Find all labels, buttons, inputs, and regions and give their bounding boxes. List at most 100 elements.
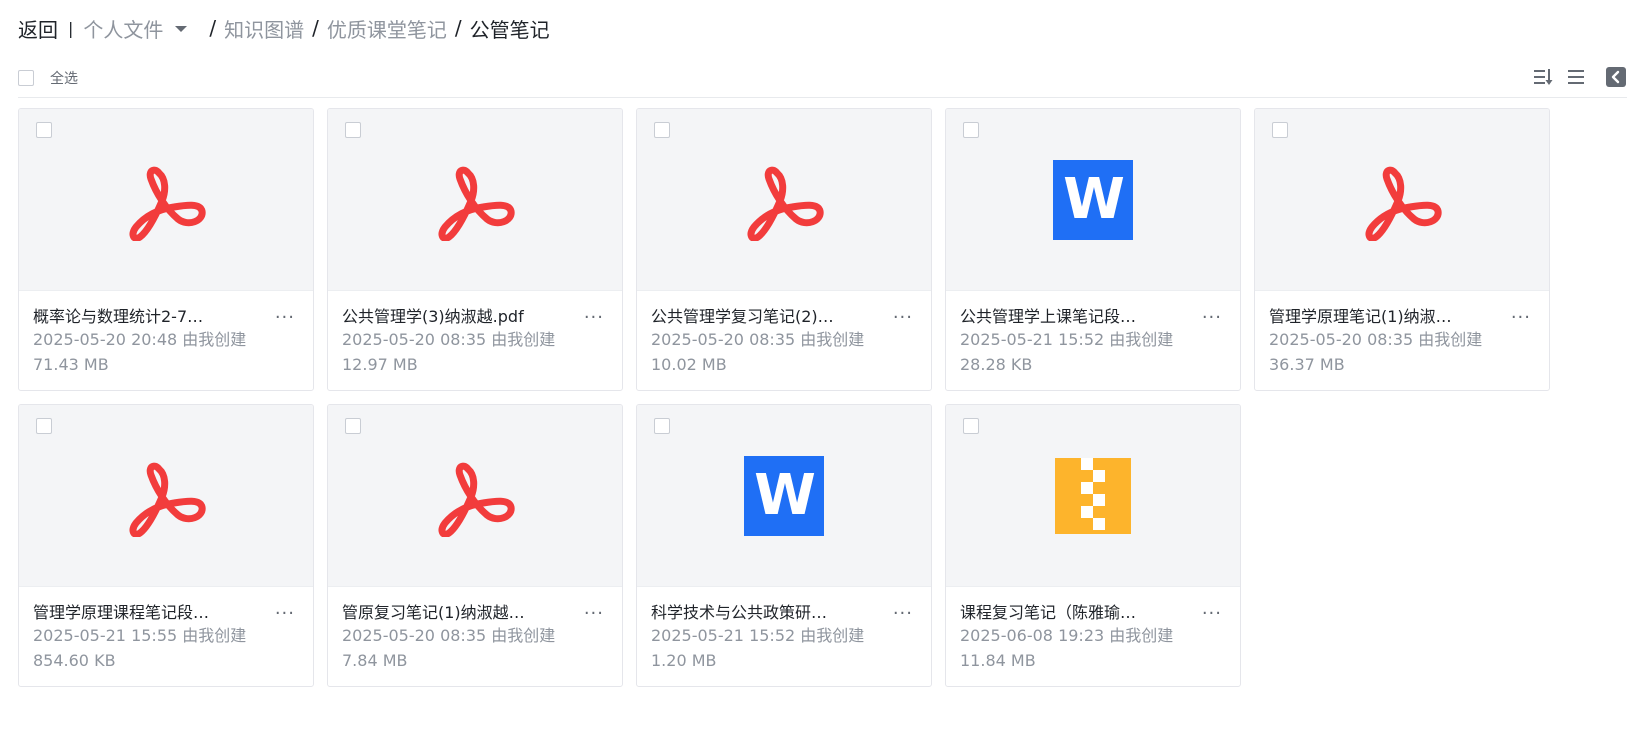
more-options-icon[interactable]: ···: [275, 309, 295, 327]
file-card[interactable]: 管原复习笔记(1)纳淑越… 2025-05-20 08:35 由我创建 7.84 M…: [327, 404, 623, 687]
more-options-icon[interactable]: ···: [1511, 309, 1531, 327]
file-meta: 2025-05-21 15:55 由我创建: [33, 626, 247, 645]
file-thumbnail[interactable]: [637, 109, 931, 291]
collapse-panel-icon[interactable]: [1605, 66, 1627, 88]
file-name[interactable]: 概率论与数理统计2-7…: [33, 307, 233, 327]
sort-icon[interactable]: [1533, 66, 1555, 88]
file-meta: 2025-06-08 19:23 由我创建: [960, 626, 1174, 645]
file-card[interactable]: W 科学技术与公共政策研… 2025-05-21 15:52 由我创建 1.20 MB…: [636, 404, 932, 687]
file-name[interactable]: 管理学原理笔记(1)纳淑…: [1269, 307, 1469, 327]
select-all[interactable]: 全选: [18, 68, 78, 88]
more-options-icon[interactable]: ···: [584, 605, 604, 623]
more-options-icon[interactable]: ···: [1202, 605, 1222, 623]
view-tools: [1523, 66, 1627, 88]
file-card[interactable]: 公共管理学(3)纳淑越.pdf 2025-05-20 08:35 由我创建 12.9…: [327, 108, 623, 391]
toolbar: 全选: [18, 64, 1627, 98]
file-size: 71.43 MB: [33, 355, 109, 374]
pdf-icon: [435, 165, 515, 245]
chevron-down-icon[interactable]: [175, 26, 188, 32]
file-card[interactable]: 管理学原理笔记(1)纳淑… 2025-05-20 08:35 由我创建 36.37 …: [1254, 108, 1550, 391]
file-meta: 2025-05-20 08:35 由我创建: [651, 330, 865, 349]
file-meta: 2025-05-21 15:52 由我创建: [960, 330, 1174, 349]
file-card[interactable]: 公共管理学复习笔记(2)… 2025-05-20 08:35 由我创建 10.02 …: [636, 108, 932, 391]
pdf-icon: [435, 461, 515, 541]
file-name[interactable]: 科学技术与公共政策研…: [651, 603, 851, 623]
file-info: 管理学原理笔记(1)纳淑… 2025-05-20 08:35 由我创建 36.37 …: [1255, 291, 1549, 375]
zip-archive-icon: [1055, 457, 1131, 534]
file-info: 管理学原理课程笔记段… 2025-05-21 15:55 由我创建 854.60 K…: [19, 587, 313, 671]
word-doc-icon: W: [744, 455, 824, 536]
more-options-icon[interactable]: ···: [893, 309, 913, 327]
file-checkbox[interactable]: [963, 418, 979, 434]
file-thumbnail[interactable]: W: [637, 405, 931, 587]
file-checkbox[interactable]: [36, 418, 52, 434]
file-checkbox[interactable]: [654, 122, 670, 138]
file-size: 28.28 KB: [960, 355, 1033, 374]
file-name[interactable]: 公共管理学上课笔记段…: [960, 307, 1160, 327]
file-size: 11.84 MB: [960, 651, 1036, 670]
breadcrumb-separator: /: [312, 16, 319, 40]
breadcrumb-current: 公管笔记: [469, 17, 550, 42]
more-options-icon[interactable]: ···: [275, 605, 295, 623]
pdf-icon: [744, 165, 824, 245]
file-size: 36.37 MB: [1269, 355, 1345, 374]
file-meta: 2025-05-20 08:35 由我创建: [1269, 330, 1483, 349]
word-doc-icon: W: [1053, 159, 1133, 240]
file-info: 管原复习笔记(1)纳淑越… 2025-05-20 08:35 由我创建 7.84 M…: [328, 587, 622, 671]
breadcrumb-divider: |: [68, 18, 74, 38]
file-thumbnail[interactable]: [328, 405, 622, 587]
file-meta: 2025-05-20 08:35 由我创建: [342, 626, 556, 645]
file-checkbox[interactable]: [36, 122, 52, 138]
file-thumbnail[interactable]: [19, 109, 313, 291]
file-checkbox[interactable]: [963, 122, 979, 138]
pdf-icon: [126, 165, 206, 245]
breadcrumb-separator: /: [209, 16, 217, 40]
file-info: 公共管理学(3)纳淑越.pdf 2025-05-20 08:35 由我创建 12.9…: [328, 291, 622, 375]
file-checkbox[interactable]: [345, 122, 361, 138]
file-name[interactable]: 课程复习笔记（陈雅瑜…: [960, 603, 1160, 623]
file-card[interactable]: 课程复习笔记（陈雅瑜… 2025-06-08 19:23 由我创建 11.84 MB…: [945, 404, 1241, 687]
file-info: 公共管理学上课笔记段… 2025-05-21 15:52 由我创建 28.28 KB…: [946, 291, 1240, 375]
file-size: 10.02 MB: [651, 355, 727, 374]
list-view-icon[interactable]: [1565, 66, 1587, 88]
more-options-icon[interactable]: ···: [584, 309, 604, 327]
select-all-checkbox[interactable]: [18, 70, 34, 86]
file-size: 854.60 KB: [33, 651, 116, 670]
more-options-icon[interactable]: ···: [1202, 309, 1222, 327]
file-thumbnail[interactable]: W: [946, 109, 1240, 291]
file-meta: 2025-05-20 08:35 由我创建: [342, 330, 556, 349]
select-all-label: 全选: [50, 71, 78, 87]
file-size: 1.20 MB: [651, 651, 717, 670]
file-size: 12.97 MB: [342, 355, 418, 374]
file-thumbnail[interactable]: [19, 405, 313, 587]
file-checkbox[interactable]: [654, 418, 670, 434]
file-card[interactable]: 管理学原理课程笔记段… 2025-05-21 15:55 由我创建 854.60 K…: [18, 404, 314, 687]
pdf-icon: [1362, 165, 1442, 245]
file-name[interactable]: 管原复习笔记(1)纳淑越…: [342, 603, 542, 623]
file-grid: 概率论与数理统计2-7… 2025-05-20 20:48 由我创建 71.43 M…: [18, 108, 1624, 687]
file-info: 科学技术与公共政策研… 2025-05-21 15:52 由我创建 1.20 MB ·…: [637, 587, 931, 671]
back-link[interactable]: 返回: [18, 14, 58, 43]
file-name[interactable]: 公共管理学复习笔记(2)…: [651, 307, 851, 327]
file-info: 公共管理学复习笔记(2)… 2025-05-20 08:35 由我创建 10.02 …: [637, 291, 931, 375]
breadcrumb-separator: /: [454, 16, 462, 40]
file-thumbnail[interactable]: [946, 405, 1240, 587]
file-thumbnail[interactable]: [328, 109, 622, 291]
file-thumbnail[interactable]: [1255, 109, 1549, 291]
file-info: 课程复习笔记（陈雅瑜… 2025-06-08 19:23 由我创建 11.84 MB…: [946, 587, 1240, 671]
file-meta: 2025-05-20 20:48 由我创建: [33, 330, 247, 349]
file-checkbox[interactable]: [345, 418, 361, 434]
file-name[interactable]: 管理学原理课程笔记段…: [33, 603, 233, 623]
breadcrumb-item-knowledge-graph[interactable]: 知识图谱: [224, 14, 304, 43]
more-options-icon[interactable]: ···: [893, 605, 913, 623]
file-meta: 2025-05-21 15:52 由我创建: [651, 626, 865, 645]
file-info: 概率论与数理统计2-7… 2025-05-20 20:48 由我创建 71.43 M…: [19, 291, 313, 375]
breadcrumb-root[interactable]: 个人文件: [83, 14, 163, 43]
file-card[interactable]: W 公共管理学上课笔记段… 2025-05-21 15:52 由我创建 28.28 K…: [945, 108, 1241, 391]
file-card[interactable]: 概率论与数理统计2-7… 2025-05-20 20:48 由我创建 71.43 M…: [18, 108, 314, 391]
file-name[interactable]: 公共管理学(3)纳淑越.pdf: [342, 307, 542, 327]
file-size: 7.84 MB: [342, 651, 408, 670]
pdf-icon: [126, 461, 206, 541]
breadcrumb-item-class-notes[interactable]: 优质课堂笔记: [327, 14, 447, 43]
file-checkbox[interactable]: [1272, 122, 1288, 138]
